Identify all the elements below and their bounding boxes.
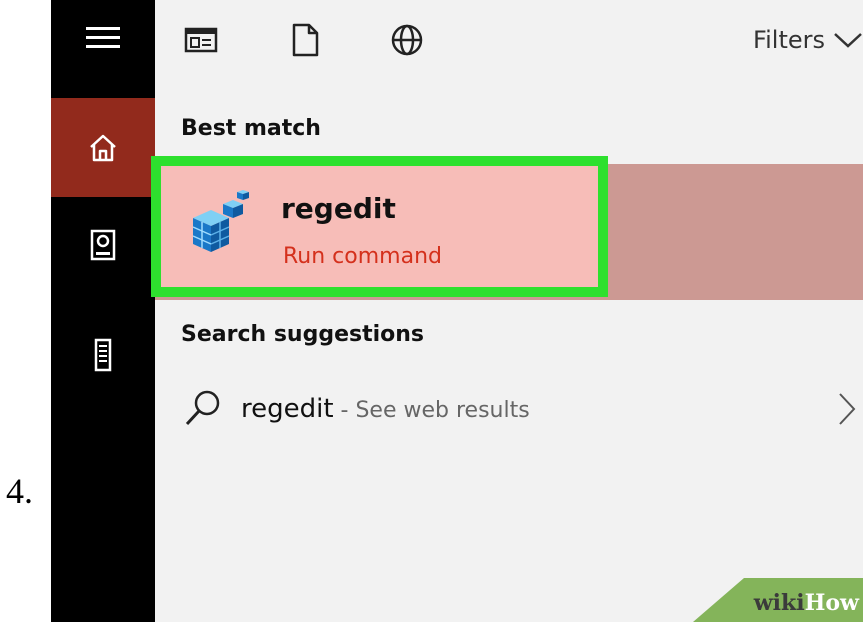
- server-tower-icon: [94, 338, 112, 372]
- search-suggestions-heading: Search suggestions: [181, 322, 425, 347]
- results-area: Filters Best match regedit Run command S…: [151, 0, 863, 622]
- suggestion-suffix: - See web results: [333, 398, 530, 423]
- app-name: regedit: [281, 192, 396, 225]
- chevron-down-icon: [834, 33, 862, 48]
- filters-dropdown[interactable]: Filters: [753, 22, 863, 58]
- home-icon: [90, 134, 116, 161]
- app-subtitle: Run command: [283, 244, 442, 269]
- best-match-heading: Best match: [181, 116, 321, 141]
- sidebar-item-home[interactable]: [51, 98, 155, 197]
- document-icon: [292, 23, 319, 57]
- web-filter-button[interactable]: [385, 18, 429, 62]
- hamburger-menu-button[interactable]: [51, 5, 155, 69]
- sidebar: [51, 0, 155, 622]
- suggestion-text: regedit - See web results: [241, 394, 530, 424]
- apps-filter-button[interactable]: [179, 18, 223, 62]
- highlight-outline: regedit Run command: [151, 156, 608, 297]
- watermark-part1: wiki: [753, 590, 805, 616]
- apps-icon: [184, 27, 218, 53]
- web-suggestion-item[interactable]: regedit - See web results: [155, 382, 863, 442]
- watermark-text: wikiHow: [754, 590, 859, 616]
- sidebar-item-documents[interactable]: [51, 205, 155, 285]
- registry-editor-icon: [192, 190, 249, 252]
- step-number: 4.: [6, 471, 33, 511]
- documents-filter-button[interactable]: [283, 18, 327, 62]
- suggestion-query: regedit: [241, 394, 334, 424]
- search-panel: Filters Best match regedit Run command S…: [51, 0, 863, 622]
- filters-label: Filters: [753, 26, 825, 54]
- watermark: wikiHow: [693, 578, 863, 622]
- chevron-right-icon: [839, 393, 856, 425]
- search-icon: [185, 390, 220, 426]
- sidebar-item-devices[interactable]: [51, 315, 155, 395]
- watermark-part2: How: [804, 590, 859, 616]
- hamburger-menu-icon: [86, 27, 120, 48]
- documents-icon: [90, 229, 116, 261]
- best-match-result[interactable]: regedit Run command: [151, 156, 863, 300]
- web-globe-icon: [391, 24, 423, 56]
